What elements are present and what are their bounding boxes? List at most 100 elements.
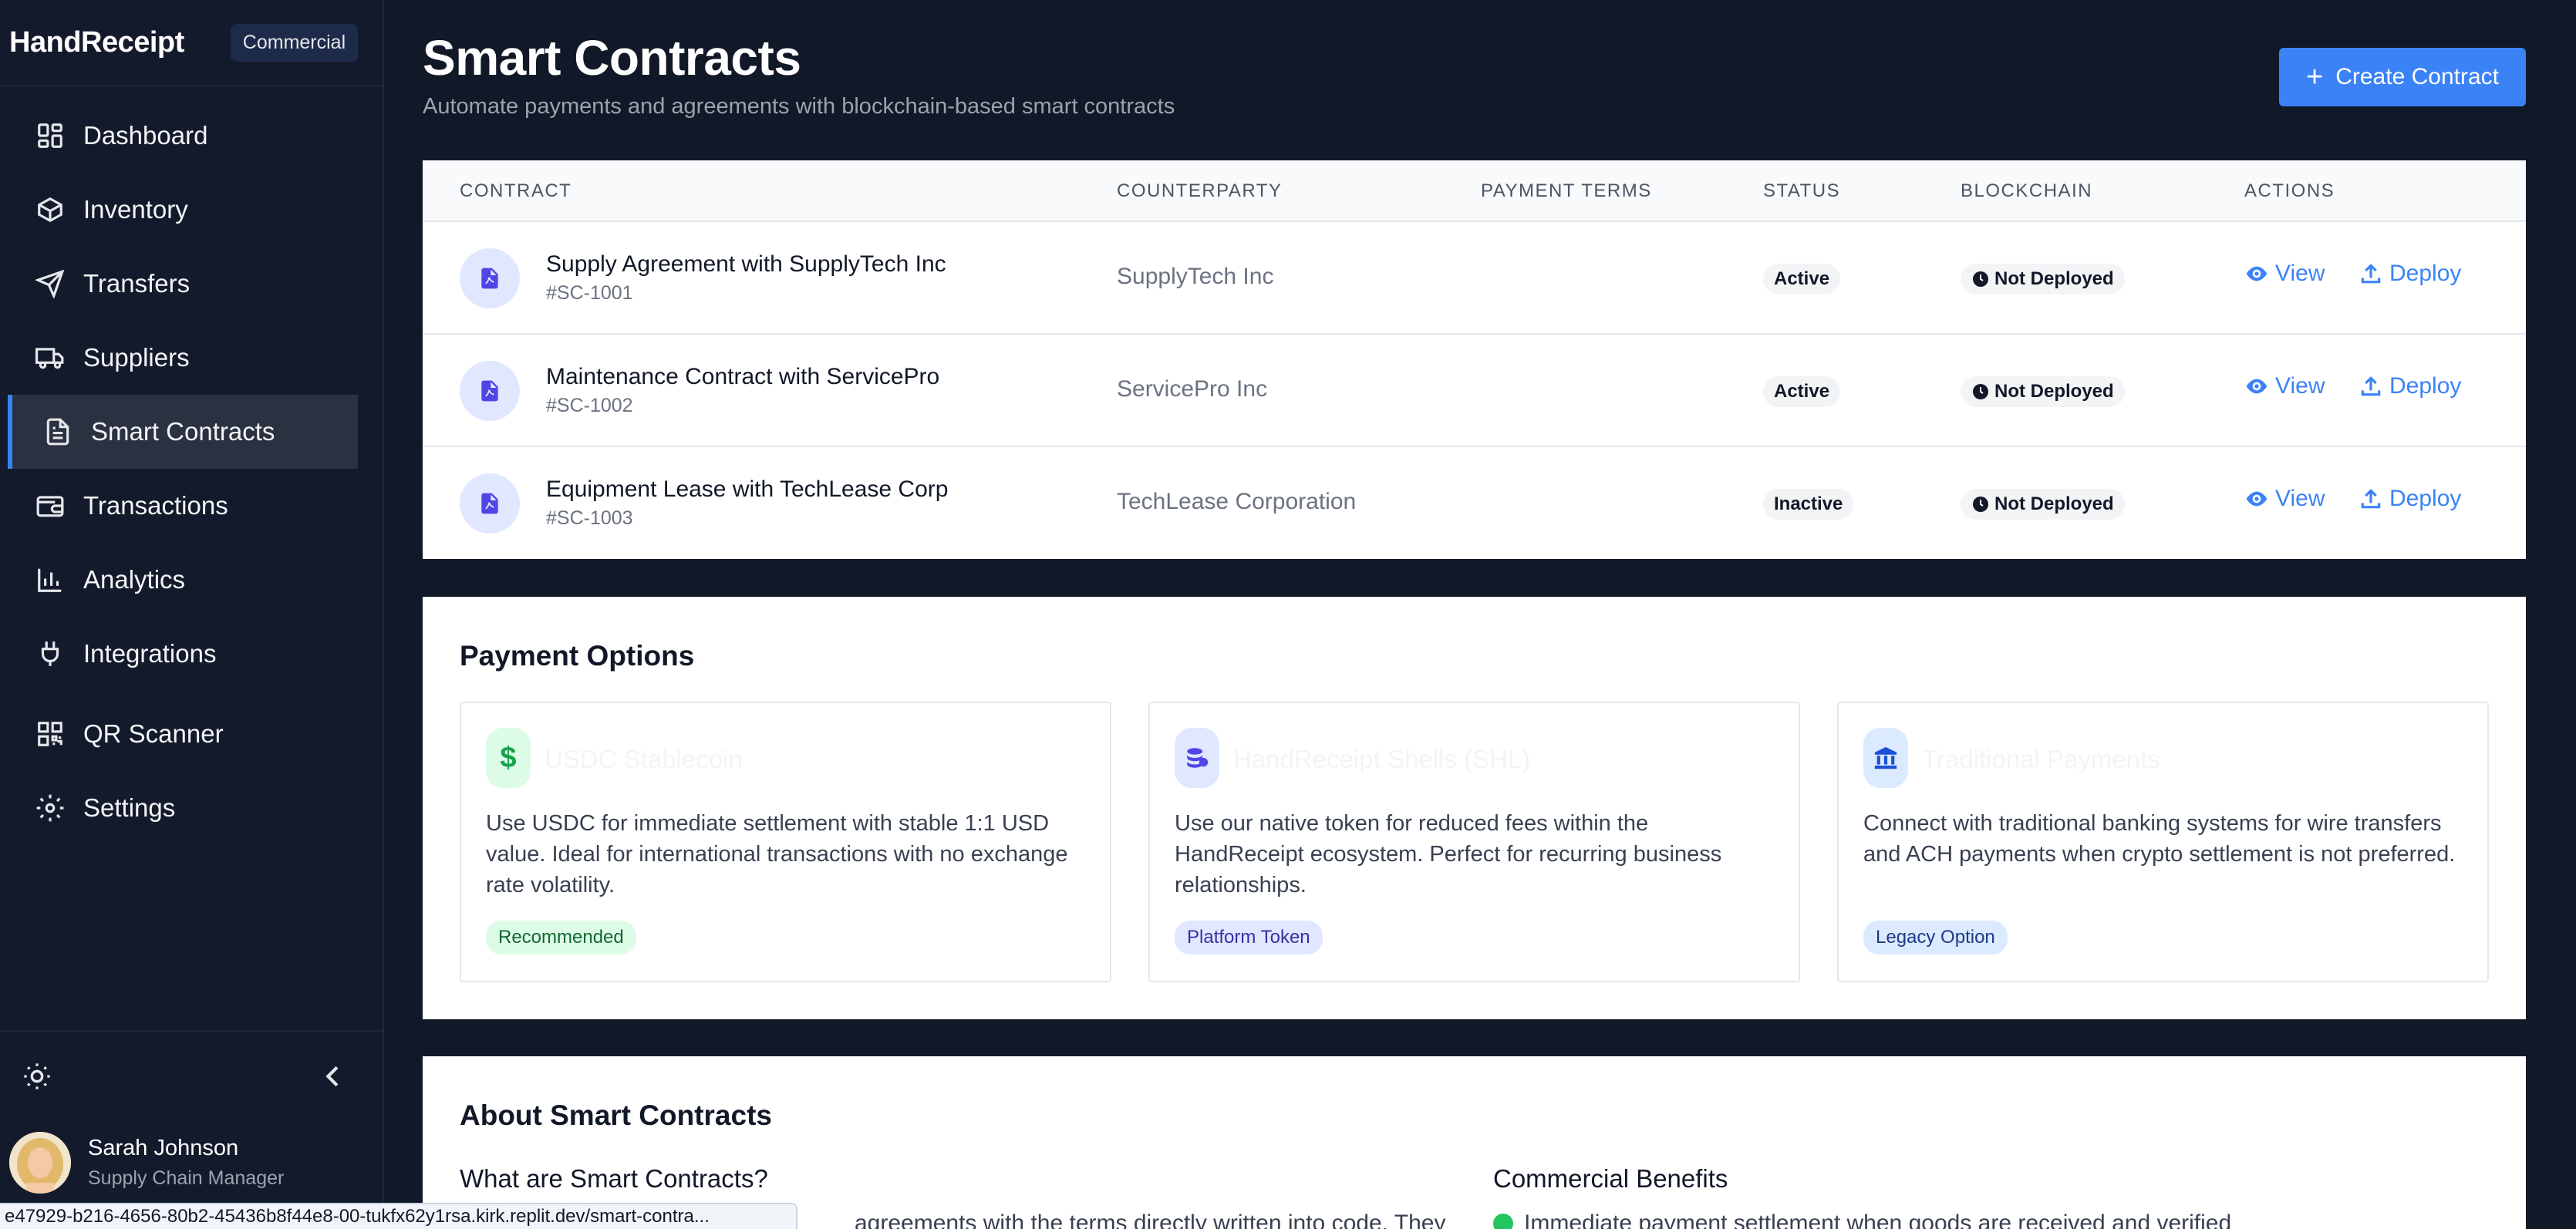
sidebar-item-integrations[interactable]: Integrations <box>0 617 383 691</box>
edition-badge: Commercial <box>230 23 359 62</box>
payment-option-title: HandReceipt Shells (SHL) <box>1233 745 1531 773</box>
table-row[interactable]: Equipment Lease with TechLease Corp #SC-… <box>423 447 2526 560</box>
contract-name[interactable]: Maintenance Contract with ServicePro <box>546 364 939 390</box>
blockchain-badge: Not Deployed <box>1961 489 2125 520</box>
send-icon <box>35 269 65 298</box>
dashboard-icon <box>35 121 65 150</box>
browser-status-url: e47929-b216-4656-80b2-45436b8f44e8-00-tu… <box>0 1203 797 1229</box>
chevron-left-icon[interactable] <box>318 1061 349 1092</box>
sidebar: HandReceipt Commercial Dashboard Invento… <box>0 0 384 1229</box>
payment-option-card[interactable]: $ USDC Stablecoin Use USDC for immediate… <box>460 702 1111 982</box>
payment-option-tag: Recommended <box>486 921 636 955</box>
section-title: Payment Options <box>460 640 695 672</box>
blockchain-status: Not Deployed <box>1994 493 2114 514</box>
deploy-label: Deploy <box>2389 486 2462 511</box>
view-label: View <box>2275 261 2325 286</box>
view-button[interactable]: View <box>2244 486 2325 512</box>
sidebar-item-label: Integrations <box>83 639 217 668</box>
about-right-heading: Commercial Benefits <box>1493 1164 1728 1193</box>
payment-option-tag: Platform Token <box>1175 921 1323 955</box>
contract-name[interactable]: Equipment Lease with TechLease Corp <box>546 476 948 503</box>
contract-document-icon <box>460 473 520 534</box>
create-contract-label: Create Contract <box>2335 64 2499 89</box>
column-header-status: STATUS <box>1763 180 1841 201</box>
section-title: About Smart Contracts <box>460 1099 772 1131</box>
payment-option-description: Use USDC for immediate settlement with s… <box>486 811 1068 897</box>
table-row[interactable]: Supply Agreement with SupplyTech Inc #SC… <box>423 222 2526 335</box>
payment-option-card[interactable]: HandReceipt Shells (SHL) Use our native … <box>1148 702 1800 982</box>
sidebar-item-inventory[interactable]: Inventory <box>0 173 383 247</box>
sidebar-controls <box>0 1049 383 1104</box>
clock-icon <box>1973 271 1988 287</box>
sidebar-item-label: Suppliers <box>83 343 190 372</box>
blockchain-badge: Not Deployed <box>1961 376 2125 407</box>
deploy-button[interactable]: Deploy <box>2359 373 2461 399</box>
sidebar-item-label: Settings <box>83 793 176 822</box>
view-button[interactable]: View <box>2244 261 2325 287</box>
payment-option-description: Connect with traditional banking systems… <box>1863 811 2456 867</box>
wallet-icon <box>35 491 65 520</box>
sidebar-item-label: Transactions <box>83 491 228 520</box>
user-profile[interactable]: Sarah Johnson Supply Chain Manager <box>0 1132 383 1194</box>
sidebar-item-smart-contracts[interactable]: Smart Contracts <box>8 395 358 469</box>
contract-document-icon <box>460 248 520 308</box>
counterparty: ServicePro Inc <box>1117 376 1268 402</box>
table-row[interactable]: Maintenance Contract with ServicePro #SC… <box>423 335 2526 447</box>
sidebar-item-settings[interactable]: Settings <box>0 771 383 845</box>
box-icon <box>35 195 65 224</box>
sidebar-item-qr-scanner[interactable]: QR Scanner <box>0 697 383 771</box>
bank-icon <box>1863 728 1908 788</box>
column-header-blockchain: BLOCKCHAIN <box>1961 180 2093 201</box>
page-subtitle: Automate payments and agreements with bl… <box>423 94 1175 119</box>
check-circle-icon <box>1493 1214 1513 1229</box>
contract-name[interactable]: Supply Agreement with SupplyTech Inc <box>546 251 946 278</box>
payment-option-card[interactable]: Traditional Payments Connect with tradit… <box>1837 702 2489 982</box>
deploy-button[interactable]: Deploy <box>2359 261 2461 287</box>
bar-chart-icon <box>35 565 65 594</box>
create-contract-button[interactable]: + Create Contract <box>2279 48 2526 106</box>
sun-icon[interactable] <box>22 1061 52 1092</box>
plus-icon: + <box>2306 61 2324 93</box>
column-header-actions: ACTIONS <box>2244 180 2335 201</box>
sidebar-item-suppliers[interactable]: Suppliers <box>0 321 383 395</box>
contract-id: #SC-1002 <box>546 395 633 416</box>
column-header-counterparty: COUNTERPARTY <box>1117 180 1283 201</box>
sidebar-item-label: Transfers <box>83 269 191 298</box>
view-button[interactable]: View <box>2244 373 2325 399</box>
contracts-table: CONTRACT COUNTERPARTY PAYMENT TERMS STAT… <box>423 160 2526 559</box>
contract-document-icon <box>460 361 520 421</box>
blockchain-status: Not Deployed <box>1994 268 2114 289</box>
deploy-label: Deploy <box>2389 373 2462 399</box>
sidebar-item-transfers[interactable]: Transfers <box>0 247 383 321</box>
app-logo-text[interactable]: HandReceipt <box>9 26 184 59</box>
column-header-payment-terms: PAYMENT TERMS <box>1481 180 1652 201</box>
clock-icon <box>1973 384 1988 399</box>
deploy-label: Deploy <box>2389 261 2462 286</box>
counterparty: TechLease Corporation <box>1117 489 1357 514</box>
upload-icon <box>2361 489 2381 509</box>
sidebar-item-label: QR Scanner <box>83 719 224 748</box>
sidebar-item-label: Analytics <box>83 565 186 594</box>
dollar-icon: $ <box>486 728 531 788</box>
sidebar-nav: Dashboard Inventory Transfers Suppliers … <box>0 86 383 845</box>
blockchain-status: Not Deployed <box>1994 381 2114 402</box>
payment-options-panel: Payment Options $ USDC Stablecoin Use US… <box>423 597 2526 1019</box>
upload-icon <box>2361 264 2381 284</box>
eye-icon <box>2246 491 2267 507</box>
table-header: CONTRACT COUNTERPARTY PAYMENT TERMS STAT… <box>423 160 2526 222</box>
sidebar-item-dashboard[interactable]: Dashboard <box>0 99 383 173</box>
benefit-text: Immediate payment settlement when goods … <box>1524 1210 2232 1229</box>
document-icon <box>43 417 72 446</box>
qr-code-icon <box>35 719 65 749</box>
sidebar-item-label: Inventory <box>83 195 188 224</box>
avatar <box>9 1132 71 1194</box>
benefit-item: Immediate payment settlement when goods … <box>1493 1210 2231 1229</box>
sidebar-item-transactions[interactable]: Transactions <box>0 469 383 543</box>
deploy-button[interactable]: Deploy <box>2359 486 2461 512</box>
view-label: View <box>2275 486 2325 511</box>
payment-option-description: Use our native token for reduced fees wi… <box>1175 811 1722 897</box>
sidebar-item-analytics[interactable]: Analytics <box>0 543 383 617</box>
eye-icon <box>2246 379 2267 394</box>
status-badge: Inactive <box>1763 489 1854 520</box>
status-badge: Active <box>1763 264 1841 295</box>
